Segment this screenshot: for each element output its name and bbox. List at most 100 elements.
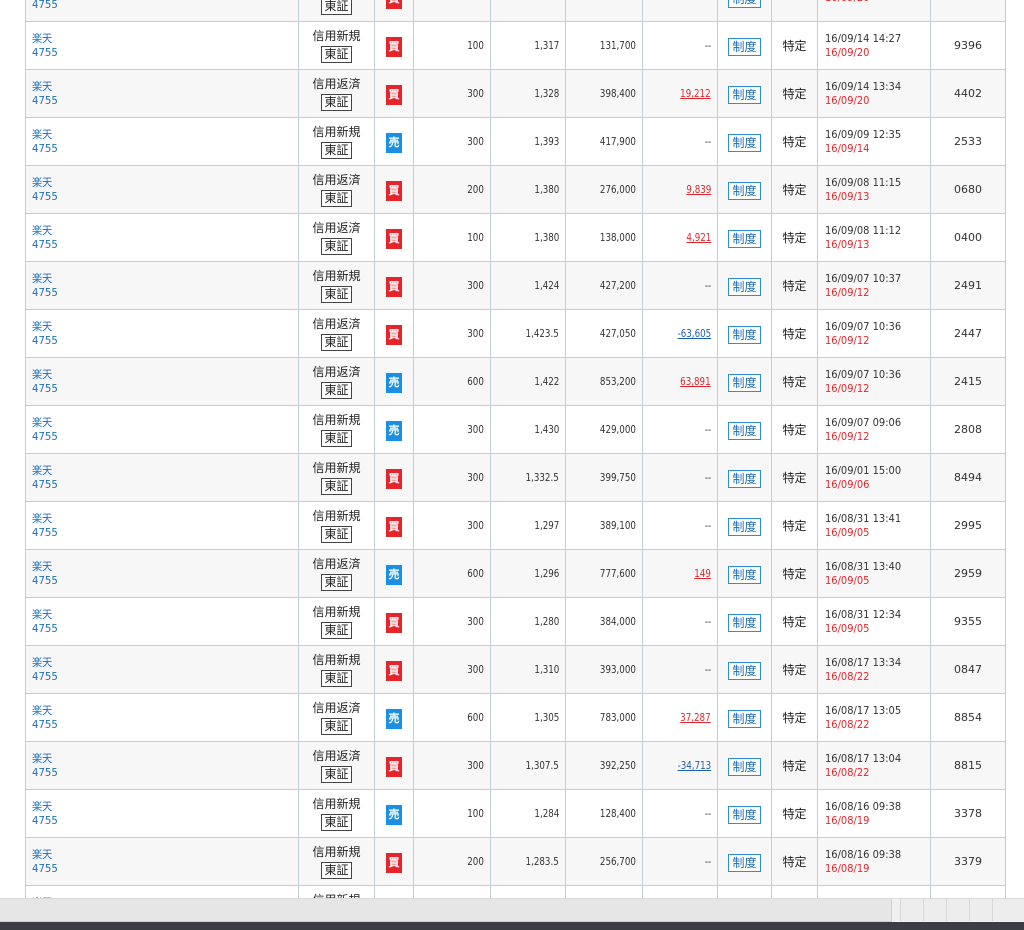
credit-type-button[interactable]: 制度 — [728, 613, 761, 632]
credit-type-button[interactable]: 制度 — [728, 853, 761, 872]
stock-name-link[interactable]: 楽天 — [32, 320, 277, 334]
credit-type-button[interactable]: 制度 — [728, 277, 761, 296]
stock-code-link[interactable]: 4755 — [32, 574, 277, 588]
stock-code-link[interactable]: 4755 — [32, 286, 277, 300]
credit-type-cell: 制度 — [717, 117, 772, 166]
account-cell: 特定 — [771, 261, 818, 310]
scrollbar-segment — [900, 899, 923, 921]
trade-type-label: 信用新規 — [312, 653, 361, 667]
stock-name-link[interactable]: 楽天 — [32, 464, 277, 478]
credit-type-button[interactable]: 制度 — [728, 229, 761, 248]
order-number-cell: 2808 — [930, 405, 1006, 454]
table-row: 楽天 4755 信用新規 東証 買 300 1,297 389,100 -- 制… — [25, 501, 1006, 550]
credit-type-cell: 制度 — [717, 789, 772, 838]
order-history-viewport: 楽天 4755 信用返済 東証 買 制度 16/09/20 楽天 4755 信用… — [0, 0, 1024, 898]
trade-type-cell: 信用新規 東証 — [298, 261, 375, 310]
credit-type-button[interactable]: 制度 — [728, 373, 761, 392]
credit-type-button[interactable]: 制度 — [728, 469, 761, 488]
stock-code-link[interactable]: 4755 — [32, 766, 277, 780]
credit-type-button[interactable]: 制度 — [728, 0, 761, 8]
stock-cell: 楽天 4755 — [25, 741, 299, 790]
settlement-date: 16/09/20 — [825, 0, 920, 5]
credit-type-button[interactable]: 制度 — [728, 85, 761, 104]
credit-type-button[interactable]: 制度 — [728, 133, 761, 152]
credit-type-button[interactable]: 制度 — [728, 661, 761, 680]
stock-code-link[interactable]: 4755 — [32, 478, 277, 492]
stock-code-link[interactable]: 4755 — [32, 862, 277, 876]
credit-type-button[interactable]: 制度 — [728, 517, 761, 536]
trade-type-cell: 信用新規 東証 — [298, 645, 375, 694]
account-type: 特定 — [782, 183, 807, 197]
stock-code-link[interactable]: 4755 — [32, 238, 277, 252]
stock-code-link[interactable]: 4755 — [32, 0, 277, 12]
stock-name-link[interactable]: 楽天 — [32, 512, 277, 526]
profit-loss-link[interactable]: 19,212 — [681, 87, 711, 100]
stock-name-link[interactable]: 楽天 — [32, 80, 277, 94]
stock-name-link[interactable]: 楽天 — [32, 560, 277, 574]
side-cell: 買 — [374, 501, 414, 550]
stock-name-link[interactable]: 楽天 — [32, 176, 277, 190]
quantity-cell: 600 — [413, 693, 491, 742]
stock-name-link[interactable]: 楽天 — [32, 32, 277, 46]
price-cell — [490, 885, 566, 898]
market-badge: 東証 — [321, 334, 352, 351]
profit-loss-link[interactable]: 37,287 — [681, 711, 711, 724]
stock-name-link[interactable]: 楽天 — [32, 848, 277, 862]
credit-type-button[interactable]: 制度 — [728, 709, 761, 728]
stock-code-link[interactable]: 4755 — [32, 46, 277, 60]
amount-cell: 398,400 — [565, 69, 643, 118]
scrollbar-thumb[interactable] — [0, 899, 892, 922]
stock-code-link[interactable]: 4755 — [32, 814, 277, 828]
table-row: 楽天 4755 信用新規 東証 売 100 1,284 128,400 -- 制… — [25, 789, 1006, 838]
credit-type-cell: 制度 — [717, 405, 772, 454]
stock-name-link[interactable]: 楽天 — [32, 368, 277, 382]
stock-name-link[interactable]: 楽天 — [32, 656, 277, 670]
trade-datetime: 16/08/31 13:40 — [825, 559, 902, 573]
stock-name-link[interactable]: 楽天 — [32, 608, 277, 622]
stock-cell: 楽天 4755 — [25, 597, 299, 646]
price-value: 1,283.5 — [525, 855, 559, 868]
stock-code-link[interactable]: 4755 — [32, 430, 277, 444]
credit-type-button[interactable]: 制度 — [728, 325, 761, 344]
table-row: 楽天 4755 信用返済 東証 買 300 1,307.5 392,250 -3… — [25, 741, 1006, 790]
stock-name-link[interactable]: 楽天 — [32, 800, 277, 814]
profit-loss-link[interactable]: 9,839 — [686, 183, 711, 196]
date-cell: 16/09/01 15:00 16/09/06 — [817, 453, 931, 502]
quantity-cell: 200 — [413, 165, 491, 214]
stock-name-link[interactable]: 楽天 — [32, 128, 277, 142]
stock-code-link[interactable]: 4755 — [32, 94, 277, 108]
order-number: 2533 — [954, 135, 982, 148]
amount-value: 399,750 — [599, 471, 636, 484]
credit-type-button[interactable]: 制度 — [728, 181, 761, 200]
stock-code-link[interactable]: 4755 — [32, 142, 277, 156]
stock-code-link[interactable]: 4755 — [32, 670, 277, 684]
side-cell: 買 — [374, 309, 414, 358]
profit-loss-link[interactable]: -34,713 — [677, 759, 711, 772]
table-row: 楽天 4755 信用返済 東証 買 100 1,380 138,000 4,92… — [25, 213, 1006, 262]
credit-type-button[interactable]: 制度 — [728, 37, 761, 56]
credit-type-button[interactable]: 制度 — [728, 565, 761, 584]
trade-type-label: 信用新規 — [312, 29, 361, 43]
scrollbar-segment — [992, 899, 1024, 921]
stock-code-link[interactable]: 4755 — [32, 718, 277, 732]
trade-type-label: 信用新規 — [312, 125, 361, 139]
credit-type-button[interactable]: 制度 — [728, 421, 761, 440]
profit-loss-link[interactable]: 63,891 — [681, 375, 711, 388]
stock-code-link[interactable]: 4755 — [32, 382, 277, 396]
date-cell: 16/09/07 10:36 16/09/12 — [817, 357, 931, 406]
stock-name-link[interactable]: 楽天 — [32, 704, 277, 718]
stock-code-link[interactable]: 4755 — [32, 334, 277, 348]
profit-loss-link[interactable]: 149 — [694, 567, 711, 580]
horizontal-scrollbar[interactable] — [0, 898, 1024, 930]
stock-name-link[interactable]: 楽天 — [32, 272, 277, 286]
stock-code-link[interactable]: 4755 — [32, 526, 277, 540]
stock-code-link[interactable]: 4755 — [32, 622, 277, 636]
credit-type-button[interactable]: 制度 — [728, 757, 761, 776]
stock-name-link[interactable]: 楽天 — [32, 416, 277, 430]
stock-code-link[interactable]: 4755 — [32, 190, 277, 204]
profit-loss-link[interactable]: -63,605 — [677, 327, 711, 340]
credit-type-button[interactable]: 制度 — [728, 805, 761, 824]
profit-loss-link[interactable]: 4,921 — [686, 231, 711, 244]
stock-name-link[interactable]: 楽天 — [32, 752, 277, 766]
stock-name-link[interactable]: 楽天 — [32, 224, 277, 238]
